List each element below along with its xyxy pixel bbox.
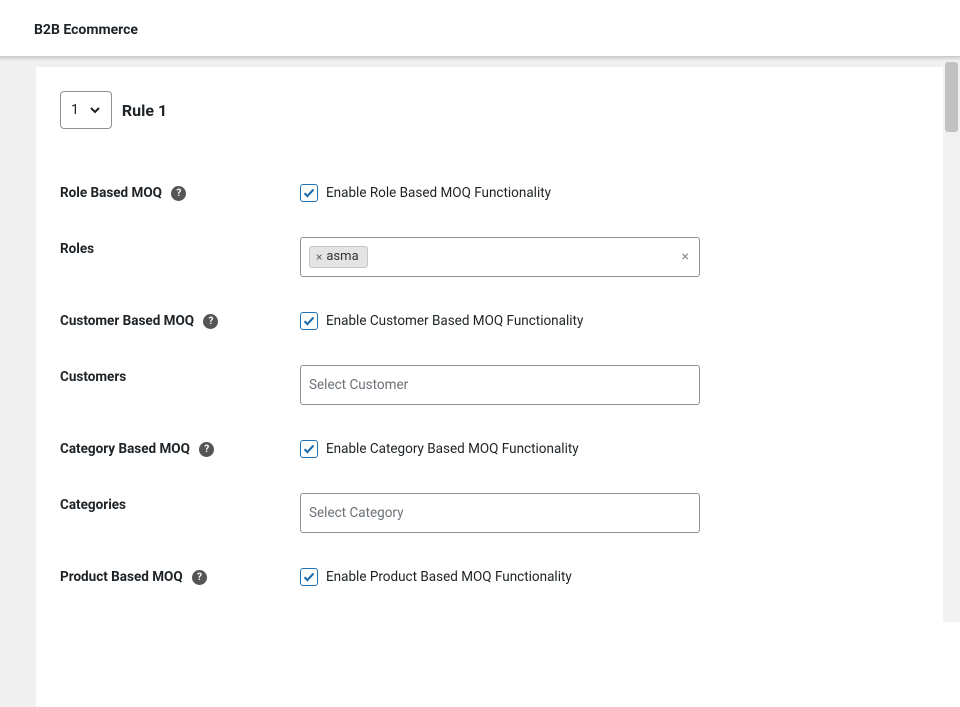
check-icon bbox=[302, 442, 316, 456]
product-moq-checkbox[interactable] bbox=[300, 568, 318, 586]
customer-moq-cb-label: Enable Customer Based MOQ Functionality bbox=[326, 313, 583, 329]
rule-header: 1 Rule 1 bbox=[60, 91, 936, 129]
customers-placeholder: Select Customer bbox=[309, 377, 408, 393]
chevron-down-icon bbox=[89, 104, 101, 116]
check-icon bbox=[302, 314, 316, 328]
customer-moq-checkbox-row: Enable Customer Based MOQ Functionality bbox=[300, 312, 936, 330]
role-moq-label: Role Based MOQ bbox=[60, 185, 162, 201]
categories-label: Categories bbox=[60, 497, 126, 513]
product-moq-cb-label: Enable Product Based MOQ Functionality bbox=[326, 569, 572, 585]
product-moq-label: Product Based MOQ bbox=[60, 569, 183, 585]
rule-number-value: 1 bbox=[71, 102, 79, 118]
tag-remove-icon[interactable]: × bbox=[316, 250, 322, 264]
help-icon[interactable]: ? bbox=[171, 186, 186, 201]
role-moq-checkbox[interactable] bbox=[300, 184, 318, 202]
shadow-divider bbox=[0, 57, 960, 61]
scrollbar-thumb[interactable] bbox=[945, 62, 958, 132]
check-icon bbox=[302, 570, 316, 584]
page-title: B2B Ecommerce bbox=[34, 22, 926, 38]
help-icon[interactable]: ? bbox=[192, 570, 207, 585]
customers-input[interactable]: Select Customer bbox=[300, 365, 700, 405]
help-icon[interactable]: ? bbox=[199, 442, 214, 457]
categories-placeholder: Select Category bbox=[309, 505, 404, 521]
check-icon bbox=[302, 186, 316, 200]
rule-title: Rule 1 bbox=[122, 101, 167, 120]
rule-panel: 1 Rule 1 Role Based MOQ ? Enable Role Ba… bbox=[36, 67, 960, 707]
help-icon[interactable]: ? bbox=[203, 314, 218, 329]
roles-label: Roles bbox=[60, 241, 94, 257]
scrollbar[interactable] bbox=[943, 62, 960, 622]
customers-label: Customers bbox=[60, 369, 126, 385]
role-moq-checkbox-row: Enable Role Based MOQ Functionality bbox=[300, 184, 936, 202]
settings-table: Role Based MOQ ? Enable Role Based MOQ F… bbox=[60, 165, 936, 605]
customer-moq-label: Customer Based MOQ bbox=[60, 313, 194, 329]
role-moq-cb-label: Enable Role Based MOQ Functionality bbox=[326, 185, 551, 201]
category-moq-label: Category Based MOQ bbox=[60, 441, 190, 457]
product-moq-checkbox-row: Enable Product Based MOQ Functionality bbox=[300, 568, 936, 586]
roles-input[interactable]: × asma × bbox=[300, 237, 700, 277]
role-tag-text: asma bbox=[326, 249, 358, 264]
rule-number-select[interactable]: 1 bbox=[60, 91, 112, 129]
page-header: B2B Ecommerce bbox=[0, 0, 960, 57]
clear-all-icon[interactable]: × bbox=[682, 249, 689, 265]
category-moq-checkbox-row: Enable Category Based MOQ Functionality bbox=[300, 440, 936, 458]
category-moq-checkbox[interactable] bbox=[300, 440, 318, 458]
role-tag: × asma bbox=[309, 246, 368, 268]
customer-moq-checkbox[interactable] bbox=[300, 312, 318, 330]
categories-input[interactable]: Select Category bbox=[300, 493, 700, 533]
category-moq-cb-label: Enable Category Based MOQ Functionality bbox=[326, 441, 579, 457]
